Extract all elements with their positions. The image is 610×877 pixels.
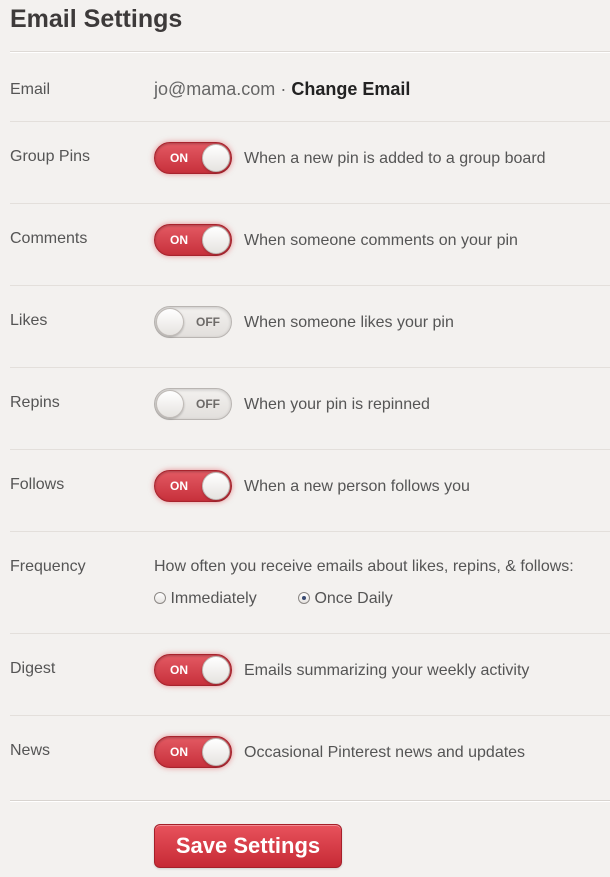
toggle-knob (202, 144, 230, 172)
toggle-state: OFF (196, 315, 220, 329)
follows-toggle[interactable]: ON (154, 470, 232, 502)
toggle-state: ON (170, 233, 188, 247)
toggle-knob (202, 738, 230, 766)
email-settings-page: Email Settings Email jo@mama.com · Chang… (0, 0, 610, 877)
save-settings-button[interactable]: Save Settings (154, 824, 342, 868)
setting-label: Follows (10, 476, 65, 493)
setting-row-digest: Digest ON Emails summarizing your weekly… (10, 634, 610, 716)
frequency-option-immediately[interactable]: Immediately (154, 590, 257, 608)
toggle-knob (202, 656, 230, 684)
setting-row-group-pins: Group Pins ON When a new pin is added to… (10, 122, 610, 204)
page-title: Email Settings (10, 5, 183, 33)
digest-toggle[interactable]: ON (154, 654, 232, 686)
email-address: jo@mama.com (154, 79, 276, 99)
toggle-state: ON (170, 745, 188, 759)
footer-divider (10, 800, 610, 802)
setting-description: Emails summarizing your weekly activity (244, 662, 530, 679)
radio-button[interactable] (154, 592, 166, 604)
frequency-option-once-daily[interactable]: Once Daily (298, 590, 393, 608)
news-toggle[interactable]: ON (154, 736, 232, 768)
radio-button[interactable] (298, 592, 310, 604)
frequency-description: How often you receive emails about likes… (154, 558, 574, 575)
repins-toggle[interactable]: OFF (154, 388, 232, 420)
setting-label: Repins (10, 394, 60, 411)
setting-row-comments: Comments ON When someone comments on you… (10, 204, 610, 286)
setting-row-news: News ON Occasional Pinterest news and up… (10, 716, 610, 798)
setting-label: Digest (10, 660, 56, 677)
setting-description: When a new person follows you (244, 478, 470, 495)
setting-label: News (10, 742, 51, 759)
toggle-knob (156, 390, 184, 418)
toggle-knob (156, 308, 184, 336)
change-email-link[interactable]: Change Email (291, 79, 410, 99)
toggle-knob (202, 472, 230, 500)
setting-label: Group Pins (10, 148, 91, 165)
setting-label: Likes (10, 312, 48, 329)
toggle-state: ON (170, 479, 188, 493)
toggle-state: ON (170, 151, 188, 165)
toggle-state: OFF (196, 397, 220, 411)
setting-description: When someone likes your pin (244, 314, 454, 331)
email-label: Email (10, 81, 51, 98)
setting-label: Comments (10, 230, 88, 247)
setting-row-follows: Follows ON When a new person follows you (10, 450, 610, 532)
setting-row-likes: Likes OFF When someone likes your pin (10, 286, 610, 368)
radio-label: Immediately (170, 590, 257, 607)
setting-label: Frequency (10, 558, 86, 575)
toggle-knob (202, 226, 230, 254)
radio-label: Once Daily (314, 590, 393, 607)
setting-description: When someone comments on your pin (244, 232, 518, 249)
comments-toggle[interactable]: ON (154, 224, 232, 256)
setting-row-repins: Repins OFF When your pin is repinned (10, 368, 610, 450)
email-row: Email jo@mama.com · Change Email (10, 52, 610, 122)
setting-description: Occasional Pinterest news and updates (244, 744, 526, 761)
setting-description: When a new pin is added to a group board (244, 150, 546, 167)
setting-description: When your pin is repinned (244, 396, 430, 413)
email-value-group: jo@mama.com · Change Email (154, 79, 410, 100)
setting-row-frequency: Frequency How often you receive emails a… (10, 532, 610, 634)
group-pins-toggle[interactable]: ON (154, 142, 232, 174)
email-separator: · (280, 79, 287, 99)
likes-toggle[interactable]: OFF (154, 306, 232, 338)
toggle-state: ON (170, 663, 188, 677)
